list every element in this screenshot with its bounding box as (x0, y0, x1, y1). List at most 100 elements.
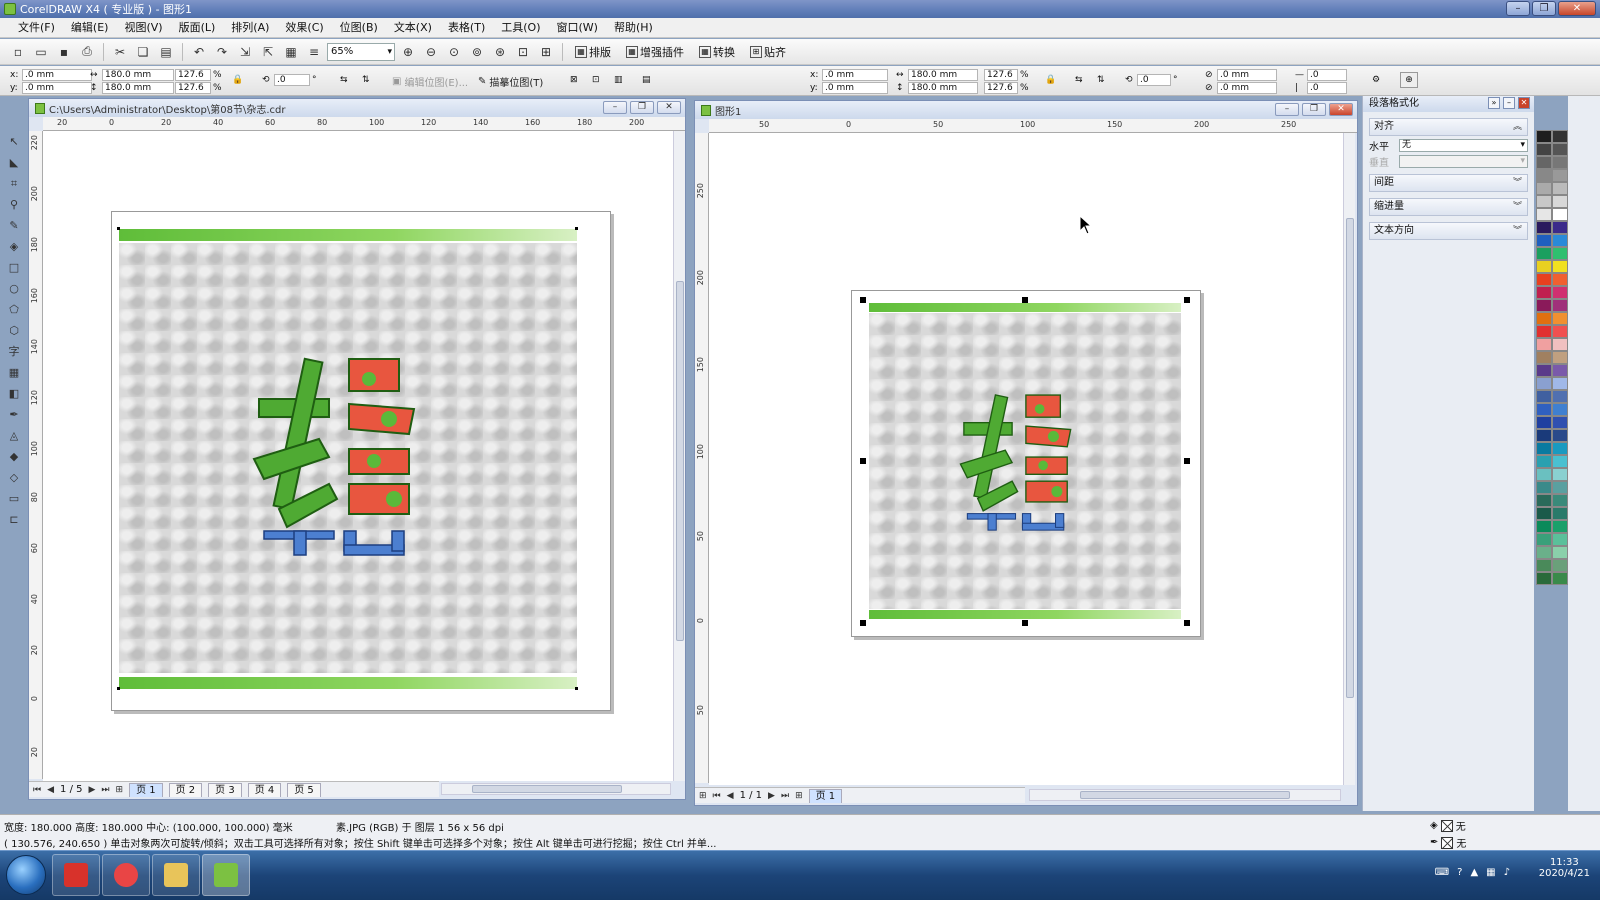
artwork-image-right[interactable] (869, 303, 1181, 619)
right-scale-x-field[interactable]: 127.6% (984, 69, 1029, 81)
ellipse-tool-icon[interactable]: ○ (6, 281, 22, 297)
pos-y-value[interactable]: .0 mm (22, 82, 92, 94)
enhance-plugin-button[interactable]: ▦ 增强插件 (620, 44, 690, 60)
selection-corner-handle[interactable] (575, 227, 578, 230)
network-icon[interactable]: ▦ (1486, 867, 1495, 878)
rotation-value[interactable]: .0 (274, 74, 310, 86)
skew-v-value[interactable]: .0 mm (1217, 82, 1277, 94)
pos-x-value[interactable]: .0 mm (22, 69, 92, 81)
palette-swatch[interactable] (1552, 377, 1568, 390)
page-tab-1[interactable]: 页 1 (808, 788, 843, 803)
zoom-level-select[interactable]: 65% (327, 42, 395, 61)
palette-swatch[interactable] (1536, 299, 1552, 312)
crop-bitmap-icon[interactable]: ⊠ (570, 74, 578, 86)
taskbar-cloud-app[interactable] (102, 854, 150, 896)
palette-swatch[interactable] (1536, 286, 1552, 299)
rectangle-tool-icon[interactable]: □ (6, 260, 22, 276)
palette-swatch[interactable] (1552, 156, 1568, 169)
selection-handle-w[interactable] (860, 458, 866, 464)
palette-swatch[interactable] (1552, 273, 1568, 286)
next-page-icon[interactable]: ▶ (768, 791, 775, 801)
page-tab-1[interactable]: 页 1 (129, 782, 163, 797)
palette-swatch[interactable] (1536, 169, 1552, 182)
palette-swatch[interactable] (1536, 338, 1552, 351)
palette-swatch[interactable] (1536, 351, 1552, 364)
palette-swatch[interactable] (1536, 455, 1552, 468)
right-pos-y-field[interactable]: y: .0 mm (810, 82, 888, 94)
start-button[interactable] (6, 855, 46, 895)
palette-swatch[interactable] (1536, 507, 1552, 520)
palette-swatch[interactable] (1552, 546, 1568, 559)
welcome-screen-icon[interactable]: ≡ (304, 42, 324, 62)
keyboard-icon[interactable]: ⌨ (1435, 867, 1449, 878)
right-rotation-value[interactable]: .0 (1137, 74, 1171, 86)
palette-swatch[interactable] (1552, 325, 1568, 338)
skew-h-value[interactable]: .0 mm (1217, 69, 1277, 81)
rotation-field[interactable]: ⟲ .0 ° (262, 74, 317, 86)
scroll-thumb[interactable] (1346, 218, 1354, 698)
palette-swatch[interactable] (1552, 572, 1568, 585)
palette-swatch[interactable] (1552, 416, 1568, 429)
right-width-value[interactable]: 180.0 mm (908, 69, 978, 81)
height-value[interactable]: 180.0 mm (102, 82, 174, 94)
vertical-align-select[interactable] (1399, 154, 1528, 168)
trace-bitmap-button[interactable]: ✎ 描摹位图(T) (478, 74, 543, 89)
taskbar-file-explorer[interactable] (152, 854, 200, 896)
palette-swatch[interactable] (1536, 533, 1552, 546)
selection-corner-handle[interactable] (575, 687, 578, 690)
scale-x-value[interactable]: 127.6 (175, 69, 211, 81)
palette-swatch[interactable] (1552, 468, 1568, 481)
menu-edit[interactable]: 编辑(E) (63, 18, 117, 38)
application-launcher-icon[interactable]: ▦ (281, 42, 301, 62)
add-page-icon[interactable]: ⊞ (116, 785, 124, 795)
page-tab-2[interactable]: 页 2 (168, 782, 203, 797)
menu-help[interactable]: 帮助(H) (606, 18, 661, 38)
palette-swatch[interactable] (1552, 208, 1568, 221)
section-text-direction[interactable]: 文本方向 ︾ (1369, 222, 1528, 240)
prev-page-icon[interactable]: ◀ (47, 785, 54, 795)
palette-swatch[interactable] (1536, 273, 1552, 286)
page-frame-icon[interactable]: ▭ (6, 491, 22, 507)
right-height-value[interactable]: 180.0 mm (908, 82, 978, 94)
document-minimize-button[interactable]: – (1275, 103, 1299, 116)
text-tool-icon[interactable]: 字 (6, 344, 22, 360)
edit-bitmap-button[interactable]: ▣ 编辑位图(E)... (392, 74, 468, 89)
palette-swatch[interactable] (1536, 520, 1552, 533)
palette-swatch[interactable] (1552, 351, 1568, 364)
horizontal-ruler[interactable]: 50 0 50 100 150 200 250 (709, 119, 1357, 133)
palette-swatch[interactable] (1536, 559, 1552, 572)
menu-view[interactable]: 视图(V) (116, 18, 170, 38)
document-restore-button[interactable]: ❐ (1302, 103, 1326, 116)
crop-tool-icon[interactable]: ⌗ (6, 176, 22, 192)
print-icon[interactable]: ⎙ (77, 42, 97, 62)
right-scale-y-field[interactable]: 127.6% (984, 82, 1029, 94)
outline-width-value[interactable]: .0 (1307, 69, 1347, 81)
undo-icon[interactable]: ↶ (189, 42, 209, 62)
document-restore-button[interactable]: ❐ (630, 101, 654, 114)
palette-swatch[interactable] (1536, 221, 1552, 234)
outline-height-value[interactable]: .0 (1307, 82, 1347, 94)
import-icon[interactable]: ⇲ (235, 42, 255, 62)
palette-swatch[interactable] (1552, 403, 1568, 416)
palette-swatch[interactable] (1552, 221, 1568, 234)
menu-file[interactable]: 文件(F) (10, 18, 63, 38)
right-height-field[interactable]: ↕ 180.0 mm (896, 82, 978, 94)
selection-handle-se[interactable] (1184, 620, 1190, 626)
palette-swatch[interactable] (1536, 234, 1552, 247)
selection-handle-s[interactable] (1022, 620, 1028, 626)
first-page-icon[interactable]: ⏮ (713, 791, 721, 801)
selection-handle-ne[interactable] (1184, 297, 1190, 303)
last-page-icon[interactable]: ⏭ (781, 791, 789, 801)
zoom-page-icon[interactable]: ⊛ (490, 42, 510, 62)
bitmap-color-mask-icon[interactable]: ▥ (614, 74, 623, 86)
page-tab-4[interactable]: 页 4 (247, 782, 282, 797)
scroll-thumb[interactable] (472, 785, 622, 793)
last-page-icon[interactable]: ⏭ (101, 785, 109, 795)
menu-tools[interactable]: 工具(O) (493, 18, 548, 38)
scroll-thumb[interactable] (1080, 791, 1290, 799)
selection-corner-handle[interactable] (117, 687, 120, 690)
selection-handle-nw[interactable] (860, 297, 866, 303)
open-folder-icon[interactable]: ▭ (31, 42, 51, 62)
palette-swatch[interactable] (1536, 468, 1552, 481)
zoom-tool-icon[interactable]: ⚲ (6, 197, 22, 213)
